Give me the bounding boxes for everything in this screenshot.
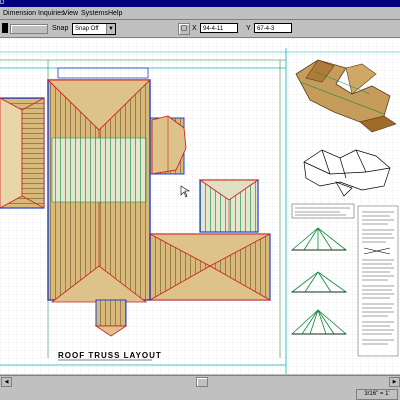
scroll-left-icon[interactable]: ◀ xyxy=(1,377,12,387)
menu-help[interactable]: Help xyxy=(108,9,122,18)
toolbar-square-button[interactable]: ▢ xyxy=(178,23,190,35)
x-label: X xyxy=(192,25,197,32)
toolbar: Snap Snap Off ▼ ▢ X 94-4-11 Y 67-4-3 xyxy=(0,20,400,38)
notes-block xyxy=(357,205,399,357)
menu-inquiries[interactable]: Inquiries xyxy=(38,9,64,18)
app-title-mark: D xyxy=(0,0,5,6)
scale-indicator: 3/16" = 1' xyxy=(356,389,398,400)
chevron-down-icon[interactable]: ▼ xyxy=(106,24,115,34)
status-bar: 3/16" = 1' xyxy=(0,387,400,400)
snap-label: Snap xyxy=(52,25,69,32)
menu-systems[interactable]: Systems xyxy=(81,9,108,18)
snap-select[interactable]: Snap Off ▼ xyxy=(72,23,116,35)
truss-key xyxy=(291,203,355,219)
y-coordinate-field[interactable]: 67-4-3 xyxy=(254,23,292,33)
x-coordinate-field[interactable]: 94-4-11 xyxy=(200,23,238,33)
y-label: Y xyxy=(246,25,251,32)
scroll-right-icon[interactable]: ▶ xyxy=(389,377,400,387)
scroll-thumb[interactable] xyxy=(196,377,208,387)
menu-view[interactable]: View xyxy=(63,9,78,18)
snap-select-value: Snap Off xyxy=(75,26,99,32)
menu-dimension[interactable]: Dimension xyxy=(3,9,36,18)
plan-title: ROOF TRUSS LAYOUT xyxy=(58,351,162,360)
roof-plan-drawing: ROOF TRUSS LAYOUT xyxy=(0,38,400,374)
menu-bar: Dimension Inquiries View Systems Help xyxy=(0,7,400,20)
horizontal-scrollbar[interactable]: ◀ ▶ xyxy=(0,375,400,387)
color-swatch[interactable] xyxy=(2,23,8,33)
drawing-canvas[interactable]: ROOF TRUSS LAYOUT xyxy=(0,38,400,374)
line-style-field[interactable] xyxy=(10,24,48,34)
app-titlebar: D xyxy=(0,0,400,7)
